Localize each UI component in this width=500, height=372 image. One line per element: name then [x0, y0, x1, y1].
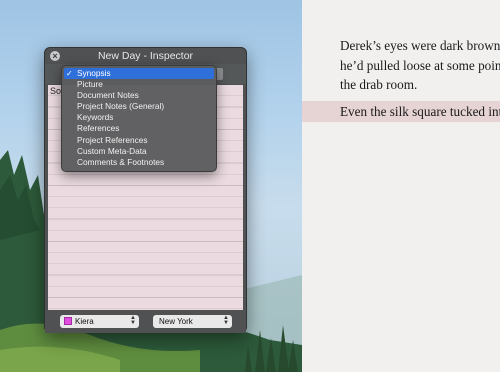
status-select[interactable]: New York ▲ ▼ [153, 315, 232, 328]
document-editor[interactable]: Derek’s eyes were dark brown. he’d pulle… [302, 0, 500, 372]
notes-text: So [50, 86, 62, 96]
menu-item-project-notes[interactable]: Project Notes (General) [62, 101, 216, 112]
menu-item-document-notes[interactable]: Document Notes [62, 90, 216, 101]
label-color-swatch [64, 317, 72, 325]
updown-chevron-icon: ▲ ▼ [130, 315, 136, 326]
document-text-line: Derek’s eyes were dark brown. [340, 38, 500, 53]
label-select[interactable]: Kiera ▲ ▼ [60, 315, 139, 328]
menu-item-keywords[interactable]: Keywords [62, 112, 216, 123]
menu-item-project-references[interactable]: Project References [62, 135, 216, 146]
menu-item-synopsis[interactable]: ✓ Synopsis [64, 68, 214, 80]
document-text-line: he’d pulled loose at some point [340, 57, 500, 73]
checkmark-icon: ✓ [66, 69, 73, 78]
menu-item-label: Document Notes [77, 90, 139, 101]
menu-item-references[interactable]: References [62, 123, 216, 134]
inspector-title: New Day - Inspector [97, 50, 194, 62]
menu-item-picture[interactable]: Picture [62, 79, 216, 90]
menu-item-label: Synopsis [77, 68, 111, 78]
document-text-line: the drab room. [340, 77, 418, 92]
label-select-value: Kiera [75, 317, 94, 326]
inspector-footer: Kiera ▲ ▼ New York ▲ ▼ [45, 311, 246, 333]
menu-item-label: Keywords [77, 112, 114, 123]
updown-chevron-icon: ▲ ▼ [223, 315, 229, 326]
status-select-value: New York [159, 317, 193, 326]
menu-item-comments-footnotes[interactable]: Comments & Footnotes [62, 157, 216, 168]
menu-item-label: Project References [77, 134, 148, 145]
menu-item-label: Custom Meta-Data [77, 145, 147, 156]
inspector-titlebar[interactable]: New Day - Inspector [45, 48, 246, 64]
menu-item-label: Project Notes (General) [77, 101, 165, 112]
menu-item-label: Comments & Footnotes [77, 156, 165, 167]
close-icon[interactable]: × [50, 51, 60, 61]
inspector-pane-menu: ✓ Synopsis Picture Document Notes Projec… [61, 65, 217, 172]
menu-item-label: References [77, 123, 120, 134]
document-text-line: Even the silk square tucked into [340, 104, 500, 119]
menu-item-label: Picture [77, 79, 103, 90]
menu-item-custom-meta-data[interactable]: Custom Meta-Data [62, 146, 216, 157]
